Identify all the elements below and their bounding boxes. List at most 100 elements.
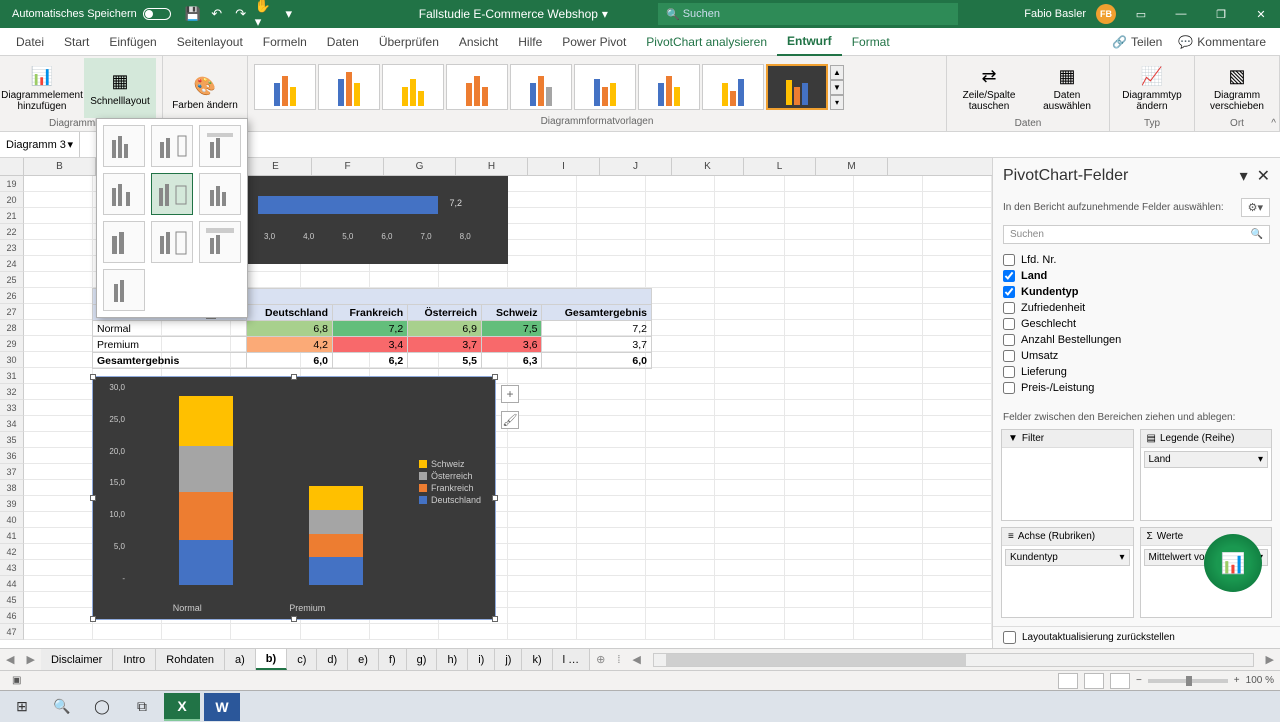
scroll-right-icon[interactable]: ▶: [1260, 653, 1280, 666]
tab-start[interactable]: Start: [54, 28, 99, 56]
layout-option-1[interactable]: [103, 125, 145, 167]
column-header[interactable]: L: [744, 158, 816, 175]
normal-view-icon[interactable]: [1058, 673, 1078, 689]
autosave-toggle[interactable]: Automatisches Speichern: [4, 8, 179, 20]
chart-style-thumb-selected[interactable]: [766, 64, 828, 110]
change-chart-type-button[interactable]: 📈Diagrammtyp ändern: [1116, 58, 1188, 118]
tab-nav-next-icon[interactable]: ▶: [20, 653, 40, 666]
maximize-icon[interactable]: ❐: [1206, 0, 1236, 28]
page-layout-view-icon[interactable]: [1084, 673, 1104, 689]
sheet-tab[interactable]: e): [348, 649, 379, 670]
move-chart-button[interactable]: ▧Diagramm verschieben: [1201, 58, 1273, 118]
defer-layout-checkbox[interactable]: [1003, 631, 1016, 644]
gallery-scroll[interactable]: ▲▼▾: [830, 65, 844, 110]
zoom-slider[interactable]: [1148, 679, 1228, 683]
field-list[interactable]: Lfd. Nr.LandKundentypZufriedenheitGeschl…: [1003, 252, 1276, 402]
sheet-tab[interactable]: k): [522, 649, 552, 670]
row-header[interactable]: 20: [0, 192, 24, 208]
column-header[interactable]: G: [384, 158, 456, 175]
row-header[interactable]: 28: [0, 320, 24, 336]
chart-brush-button[interactable]: 🖌: [501, 411, 519, 429]
column-header[interactable]: B: [24, 158, 96, 175]
chart-style-thumb[interactable]: [382, 64, 444, 110]
tab-analysieren[interactable]: PivotChart analysieren: [636, 28, 777, 56]
tab-nav-prev-icon[interactable]: ◀: [0, 653, 20, 666]
row-header[interactable]: 31: [0, 368, 24, 384]
row-header[interactable]: 25: [0, 272, 24, 288]
sheet-tab[interactable]: Disclaimer: [41, 649, 113, 670]
chart-legend[interactable]: SchweizÖsterreichFrankreichDeutschland: [419, 457, 481, 507]
row-header[interactable]: 46: [0, 608, 24, 624]
document-title[interactable]: Fallstudie E-Commerce Webshop▾: [419, 7, 608, 21]
row-header[interactable]: 42: [0, 544, 24, 560]
chart-style-thumb[interactable]: [446, 64, 508, 110]
column-header[interactable]: H: [456, 158, 528, 175]
search-taskbar-icon[interactable]: 🔍: [44, 693, 80, 721]
field-item[interactable]: Land: [1003, 268, 1276, 284]
area-legend[interactable]: ▤Legende (Reihe) Land▾: [1140, 429, 1273, 521]
ribbon-display-icon[interactable]: ▭: [1126, 0, 1156, 28]
column-header[interactable]: K: [672, 158, 744, 175]
chart-style-thumb[interactable]: [702, 64, 764, 110]
column-header[interactable]: E: [240, 158, 312, 175]
tab-ansicht[interactable]: Ansicht: [449, 28, 508, 56]
select-data-button[interactable]: ▦Daten auswählen: [1031, 58, 1103, 118]
excel-taskbar-icon[interactable]: X: [164, 693, 200, 721]
tab-hilfe[interactable]: Hilfe: [508, 28, 552, 56]
row-header[interactable]: 34: [0, 416, 24, 432]
field-item[interactable]: Umsatz: [1003, 348, 1276, 364]
layout-option-4[interactable]: [103, 173, 145, 215]
field-item[interactable]: Zufriedenheit: [1003, 300, 1276, 316]
quick-layout-button[interactable]: ▦ Schnelllayout: [84, 58, 156, 118]
pivot-chart[interactable]: 30,025,020,015,010,05,0- SchweizÖsterrei…: [92, 376, 496, 620]
sheet-tab[interactable]: i): [468, 649, 495, 670]
page-break-view-icon[interactable]: [1110, 673, 1130, 689]
column-header[interactable]: M: [816, 158, 888, 175]
toggle-switch-icon[interactable]: [143, 8, 171, 20]
start-button[interactable]: ⊞: [4, 693, 40, 721]
row-header[interactable]: 29: [0, 336, 24, 352]
field-item[interactable]: Kundentyp: [1003, 284, 1276, 300]
touch-icon[interactable]: ✋▾: [255, 4, 275, 24]
field-item[interactable]: Lieferung: [1003, 364, 1276, 380]
row-header[interactable]: 35: [0, 432, 24, 448]
row-header[interactable]: 21: [0, 208, 24, 224]
sheet-tab[interactable]: b): [256, 649, 287, 670]
field-item[interactable]: Anzahl Bestellungen: [1003, 332, 1276, 348]
horizontal-scrollbar[interactable]: [653, 653, 1254, 667]
tab-formeln[interactable]: Formeln: [253, 28, 317, 56]
row-header[interactable]: 32: [0, 384, 24, 400]
sheet-tab[interactable]: h): [437, 649, 468, 670]
layout-option-9[interactable]: [199, 221, 241, 263]
row-header[interactable]: 43: [0, 560, 24, 576]
zoom-level[interactable]: 100 %: [1246, 675, 1274, 686]
dropdown-icon[interactable]: ▾: [67, 138, 73, 151]
more-icon[interactable]: ▾: [279, 4, 299, 24]
tab-format[interactable]: Format: [842, 28, 900, 56]
chart-element-plus-button[interactable]: +: [501, 385, 519, 403]
switch-row-col-button[interactable]: ⇄Zeile/Spalte tauschen: [953, 58, 1025, 118]
tab-daten[interactable]: Daten: [317, 28, 369, 56]
area-axis[interactable]: ≡Achse (Rubriken) Kundentyp▾: [1001, 527, 1134, 619]
sheet-tab[interactable]: a): [225, 649, 256, 670]
row-header[interactable]: 30: [0, 352, 24, 368]
row-header[interactable]: 44: [0, 576, 24, 592]
layout-option-3[interactable]: [199, 125, 241, 167]
area-filter[interactable]: ▼Filter: [1001, 429, 1134, 521]
word-taskbar-icon[interactable]: W: [204, 693, 240, 721]
chart-style-thumb[interactable]: [254, 64, 316, 110]
row-header[interactable]: 38: [0, 480, 24, 496]
column-header[interactable]: J: [600, 158, 672, 175]
chart-style-thumb[interactable]: [510, 64, 572, 110]
comments-button[interactable]: 💬 Kommentare: [1170, 35, 1274, 49]
column-header[interactable]: I: [528, 158, 600, 175]
gear-icon[interactable]: ⚙▾: [1241, 198, 1270, 217]
tab-einfuegen[interactable]: Einfügen: [99, 28, 166, 56]
layout-option-2[interactable]: [151, 125, 193, 167]
row-header[interactable]: 45: [0, 592, 24, 608]
redo-icon[interactable]: ↷: [231, 4, 251, 24]
scroll-left-icon[interactable]: ◀: [626, 653, 646, 666]
field-item[interactable]: Geschlecht: [1003, 316, 1276, 332]
tab-seitenlayout[interactable]: Seitenlayout: [167, 28, 253, 56]
area-item-kundentyp[interactable]: Kundentyp▾: [1005, 549, 1130, 566]
